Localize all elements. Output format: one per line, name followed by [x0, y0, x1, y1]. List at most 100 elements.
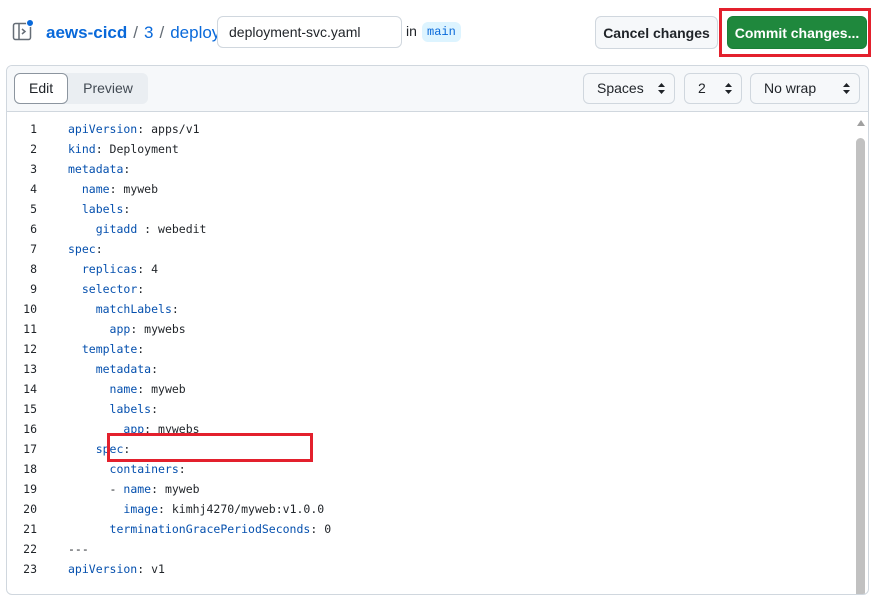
code-line[interactable]: 23 apiVersion: v1 — [7, 559, 847, 579]
edit-preview-tabs: Edit Preview — [14, 73, 148, 104]
line-text: --- — [68, 539, 89, 559]
line-number: 3 — [30, 162, 37, 176]
code-line[interactable]: 3 metadata: — [7, 159, 847, 179]
cancel-changes-button[interactable]: Cancel changes — [595, 16, 718, 49]
breadcrumb-repo-link[interactable]: aews-cicd — [46, 23, 127, 43]
select-caret-icon — [843, 83, 850, 94]
breadcrumb-folder-link[interactable]: 3 — [144, 23, 153, 43]
code-line[interactable]: 18 containers: — [7, 459, 847, 479]
line-number: 4 — [30, 182, 37, 196]
line-text: name: myweb — [68, 379, 186, 399]
yaml-key: labels — [109, 402, 152, 416]
line-number: 13 — [23, 362, 37, 376]
code-line[interactable]: 6 gitadd : webedit — [7, 219, 847, 239]
yaml-value: : — [137, 282, 145, 296]
notification-dot-icon — [26, 19, 34, 27]
code-line[interactable]: 1 apiVersion: apps/v1 — [7, 119, 847, 139]
code-line[interactable]: 21 terminationGracePeriodSeconds: 0 — [7, 519, 847, 539]
code-line[interactable]: 22 --- — [7, 539, 847, 559]
yaml-value: : — [123, 202, 131, 216]
line-number: 7 — [30, 242, 37, 256]
code-line[interactable]: 19 - name: myweb — [7, 479, 847, 499]
line-text: app: mywebs — [68, 319, 186, 339]
yaml-key: labels — [81, 202, 124, 216]
yaml-value: : Deployment — [95, 142, 179, 156]
line-text: image: kimhj4270/myweb:v1.0.0 — [68, 499, 324, 519]
line-text: kind: Deployment — [68, 139, 179, 159]
yaml-key: template — [81, 342, 138, 356]
code-line[interactable]: 5 labels: — [7, 199, 847, 219]
yaml-key: app — [109, 322, 131, 336]
editor-scrollbar[interactable] — [855, 114, 867, 594]
line-text: matchLabels: — [68, 299, 179, 319]
code-area[interactable]: 1 apiVersion: apps/v1 2 kind: Deployment 3 me… — [7, 113, 868, 593]
code-line[interactable]: 4 name: myweb — [7, 179, 847, 199]
line-number: 19 — [23, 482, 37, 496]
line-number: 2 — [30, 142, 37, 156]
line-text: apiVersion: v1 — [68, 559, 165, 579]
yaml-value: : — [123, 162, 131, 176]
wrap-mode-select[interactable]: No wrap — [750, 73, 860, 104]
tab-preview[interactable]: Preview — [68, 73, 148, 104]
line-number: 11 — [23, 322, 37, 336]
yaml-key: apiVersion — [68, 562, 138, 576]
yaml-value: : webedit — [137, 222, 207, 236]
scroll-up-arrow-icon[interactable] — [857, 120, 865, 126]
yaml-key: replicas — [81, 262, 138, 276]
code-line[interactable]: 11 app: mywebs — [7, 319, 847, 339]
breadcrumb-folder-link[interactable]: deploy — [170, 23, 220, 43]
code-line[interactable]: 8 replicas: 4 — [7, 259, 847, 279]
code-line[interactable]: 20 image: kimhj4270/myweb:v1.0.0 — [7, 499, 847, 519]
line-number: 22 — [23, 542, 37, 556]
branch-badge: main — [422, 22, 461, 42]
indent-size-select[interactable]: 2 — [684, 73, 742, 104]
yaml-value: : 0 — [310, 522, 332, 536]
code-line[interactable]: 10 matchLabels: — [7, 299, 847, 319]
yaml-value: : mywebs — [130, 322, 186, 336]
image-line-annotation-box — [107, 433, 313, 462]
line-number: 8 — [30, 262, 37, 276]
line-text: replicas: 4 — [68, 259, 158, 279]
yaml-value: : — [137, 342, 145, 356]
yaml-value: : myweb — [109, 182, 159, 196]
tab-edit[interactable]: Edit — [14, 73, 69, 104]
wrap-mode-value: No wrap — [764, 80, 817, 96]
file-tree-toggle-icon[interactable] — [12, 19, 34, 43]
filename-input[interactable]: deployment-svc.yaml — [217, 16, 402, 48]
code-line[interactable]: 7 spec: — [7, 239, 847, 259]
branch-in-label: in — [406, 23, 417, 39]
indent-mode-select[interactable]: Spaces — [583, 73, 675, 104]
line-number: 9 — [30, 282, 37, 296]
commit-changes-button[interactable]: Commit changes... — [727, 16, 867, 49]
scrollbar-thumb[interactable] — [856, 138, 865, 594]
line-number: 12 — [23, 342, 37, 356]
yaml-value: : — [151, 402, 159, 416]
line-indent: - — [68, 482, 124, 496]
breadcrumb-separator: / — [159, 23, 165, 42]
code-line[interactable]: 12 template: — [7, 339, 847, 359]
code-line[interactable]: 13 metadata: — [7, 359, 847, 379]
line-number: 14 — [23, 382, 37, 396]
editor-header: aews-cicd / 3 / deploy / deployment-svc.… — [0, 0, 873, 64]
line-number: 18 — [23, 462, 37, 476]
yaml-key: name — [123, 482, 152, 496]
yaml-key: containers — [109, 462, 179, 476]
code-line[interactable]: 9 selector: — [7, 279, 847, 299]
breadcrumb-separator: / — [133, 23, 138, 42]
yaml-value: : 4 — [137, 262, 159, 276]
line-text: labels: — [68, 399, 158, 419]
yaml-key: kind — [68, 142, 96, 156]
code-line[interactable]: 15 labels: — [7, 399, 847, 419]
line-text: template: — [68, 339, 144, 359]
line-number: 15 — [23, 402, 37, 416]
code-line[interactable]: 2 kind: Deployment — [7, 139, 847, 159]
yaml-key: image — [123, 502, 159, 516]
code-line[interactable]: 14 name: myweb — [7, 379, 847, 399]
